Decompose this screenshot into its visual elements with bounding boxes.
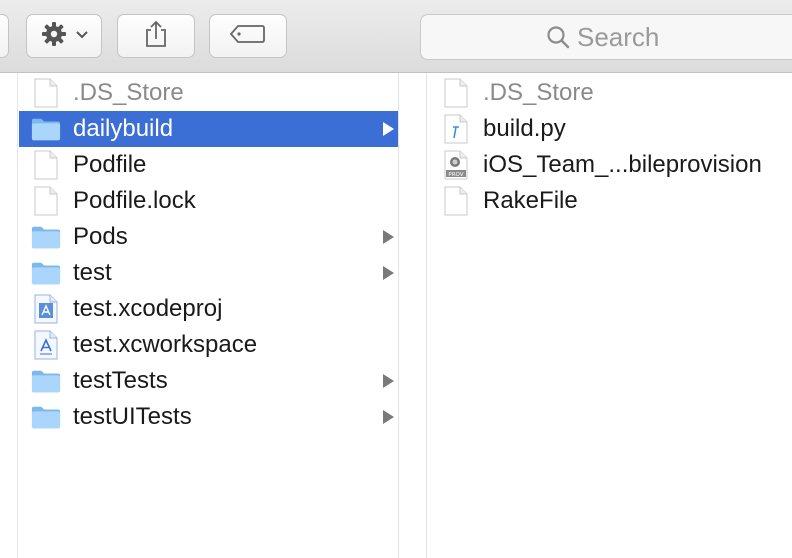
item-name: .DS_Store (483, 79, 594, 106)
disclosure-arrow-icon (383, 122, 394, 136)
document-icon (441, 185, 471, 217)
finder-toolbar: Search (0, 0, 792, 73)
disclosure-arrow-icon (383, 266, 394, 280)
tag-icon (229, 23, 267, 50)
item-name: testTests (73, 367, 168, 394)
disclosure-arrow-icon (383, 410, 394, 424)
item-name: test (73, 259, 112, 286)
file-row[interactable]: .DS_Store (19, 75, 398, 111)
gear-icon (39, 19, 69, 54)
folder-row[interactable]: testTests (19, 363, 398, 399)
provisioning-profile-icon: PROV (441, 149, 471, 181)
file-row[interactable]: Podfile.lock (19, 183, 398, 219)
folder-icon (31, 221, 61, 253)
item-name: dailybuild (73, 115, 174, 142)
file-row[interactable]: .DS_Store (429, 75, 792, 111)
folder-icon (31, 113, 61, 145)
document-icon (31, 77, 61, 109)
file-row[interactable]: build.py (429, 111, 792, 147)
folder-row[interactable]: testUITests (19, 399, 398, 435)
file-row[interactable]: Podfile (19, 147, 398, 183)
chevron-down-icon (75, 27, 89, 45)
magnifier-icon (545, 24, 571, 50)
item-name: Pods (73, 223, 128, 250)
xcodeproj-icon (31, 293, 61, 325)
item-name: Podfile (73, 151, 147, 178)
document-icon (441, 77, 471, 109)
share-icon (143, 19, 169, 54)
share-button[interactable] (117, 14, 195, 58)
column-separator[interactable] (399, 73, 427, 558)
folder-icon (31, 401, 61, 433)
python-file-icon (441, 113, 471, 145)
file-row[interactable]: test.xcworkspace (19, 327, 398, 363)
item-name: RakeFile (483, 187, 578, 214)
svg-text:PROV: PROV (448, 172, 463, 178)
search-field[interactable]: Search (420, 14, 792, 60)
item-name: testUITests (73, 403, 192, 430)
item-name: test.xcodeproj (73, 295, 223, 322)
actions-button[interactable] (26, 14, 102, 58)
item-name: .DS_Store (73, 79, 184, 106)
item-name: build.py (483, 115, 566, 142)
item-name: Podfile.lock (73, 187, 196, 214)
disclosure-arrow-icon (383, 374, 394, 388)
file-row[interactable]: test.xcodeproj (19, 291, 398, 327)
document-icon (31, 149, 61, 181)
column-gutter (0, 73, 18, 558)
folder-icon (31, 365, 61, 397)
xcworkspace-icon (31, 329, 61, 361)
item-name: iOS_Team_...bileprovision (483, 151, 762, 178)
folder-icon (31, 257, 61, 289)
disclosure-arrow-icon (383, 230, 394, 244)
search-placeholder: Search (577, 21, 660, 52)
folder-row[interactable]: Pods (19, 219, 398, 255)
file-row[interactable]: PROV iOS_Team_...bileprovision (429, 147, 792, 183)
item-name: test.xcworkspace (73, 331, 258, 358)
folder-row[interactable]: test (19, 255, 398, 291)
tags-button[interactable] (209, 14, 287, 58)
view-toggle-button[interactable] (0, 14, 9, 58)
file-row[interactable]: RakeFile (429, 183, 792, 219)
document-icon (31, 185, 61, 217)
folder-row[interactable]: dailybuild (19, 111, 398, 147)
